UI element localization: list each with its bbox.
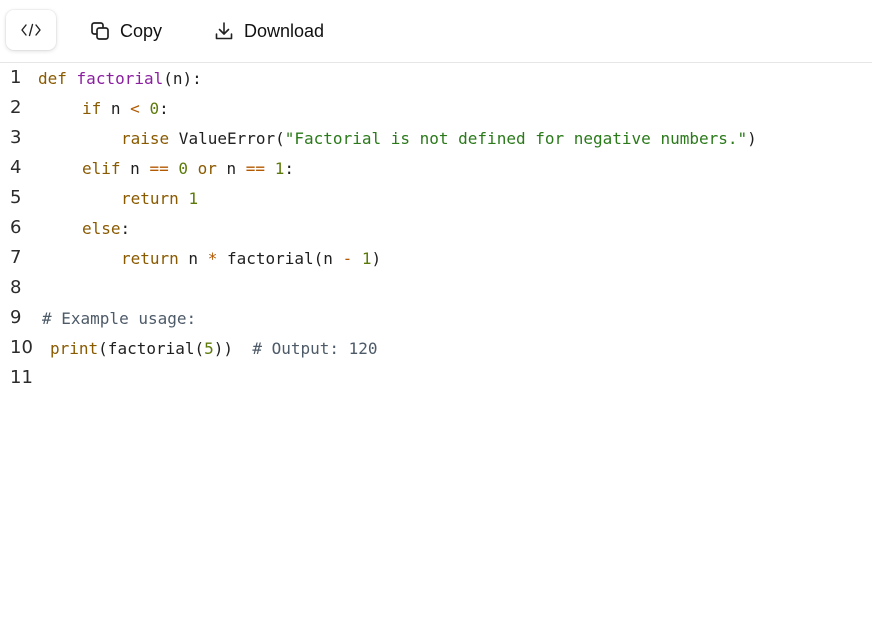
code-token: n: [216, 159, 246, 178]
code-token: n: [101, 99, 131, 118]
code-token: :: [159, 99, 169, 118]
line-number: 5: [10, 187, 22, 208]
code-token: factorial(n: [217, 249, 343, 268]
code-view-toggle-button[interactable]: [6, 10, 56, 50]
line-number: 3: [10, 127, 22, 148]
code-token: 0: [178, 159, 188, 178]
code-token: :: [120, 219, 131, 238]
code-token: (factorial(: [98, 339, 205, 358]
code-token: def: [38, 69, 67, 88]
code-token: 1: [361, 249, 372, 268]
copy-icon: [89, 20, 111, 42]
code-token: n: [178, 249, 208, 268]
line-number: 11: [10, 367, 33, 388]
code-text: raise ValueError("Factorial is not defin…: [121, 129, 757, 148]
code-token: <: [130, 99, 140, 118]
code-text: def factorial(n):: [38, 69, 202, 88]
code-line: 2 if n < 0:: [0, 94, 872, 124]
code-token: elif: [82, 159, 121, 178]
download-icon: [213, 20, 235, 42]
code-token: return: [121, 189, 179, 208]
code-text: elif n == 0 or n == 1:: [82, 159, 294, 178]
copy-button[interactable]: Copy: [89, 15, 162, 47]
code-line: 9 # Example usage:: [0, 304, 872, 334]
code-line: 11: [0, 364, 872, 394]
line-number: 2: [10, 97, 22, 118]
code-token: ==: [245, 159, 266, 178]
code-token: 0: [149, 99, 160, 118]
code-text: return n * factorial(n - 1): [121, 249, 381, 268]
code-brackets-icon: [21, 23, 41, 37]
code-line: 5 return 1: [0, 184, 872, 214]
code-line: 8: [0, 274, 872, 304]
line-number: 8: [10, 277, 22, 298]
download-label: Download: [244, 20, 325, 41]
line-number: 6: [10, 217, 22, 238]
code-token: raise: [121, 129, 170, 148]
code-token: ): [747, 129, 757, 148]
line-number: 9: [10, 307, 22, 328]
code-token: (n):: [163, 69, 202, 88]
code-token: ): [371, 249, 382, 268]
code-token: return: [121, 249, 179, 268]
code-line: 10 print(factorial(5)) # Output: 120: [0, 334, 872, 364]
code-line: 3 raise ValueError("Factorial is not defi…: [0, 124, 872, 154]
code-toolbar: Copy Download: [0, 0, 872, 63]
code-token: print: [50, 339, 99, 358]
code-line: 1 def factorial(n):: [0, 64, 872, 94]
code-editor[interactable]: 1 def factorial(n): 2 if n < 0: 3 raise Value…: [0, 64, 872, 633]
download-button[interactable]: Download: [213, 15, 324, 47]
code-token: )): [213, 339, 253, 358]
line-number: 10: [10, 337, 33, 358]
line-number: 4: [10, 157, 22, 178]
code-token: 5: [204, 339, 214, 358]
code-token: else: [82, 219, 121, 238]
code-token: 1: [188, 189, 199, 208]
code-text: # Example usage:: [42, 309, 196, 328]
code-token: n: [120, 159, 150, 178]
code-token: "Factorial is not defined for negative n…: [284, 129, 748, 148]
code-line: 4 elif n == 0 or n == 1:: [0, 154, 872, 184]
code-line: 6 else:: [0, 214, 872, 244]
code-token: :: [284, 159, 294, 178]
code-token: # Output: 120: [252, 339, 378, 358]
code-token: -: [342, 249, 353, 268]
code-text: else:: [82, 219, 130, 238]
line-number: 7: [10, 247, 22, 268]
code-text: print(factorial(5)) # Output: 120: [50, 339, 378, 358]
code-token: ValueError(: [169, 129, 285, 148]
code-text: if n < 0:: [82, 99, 169, 118]
code-token: *: [207, 249, 218, 268]
code-token: or: [197, 159, 217, 178]
line-number: 1: [10, 67, 22, 88]
code-token: # Example usage:: [42, 309, 197, 328]
copy-label: Copy: [120, 20, 163, 41]
code-token: ==: [149, 159, 169, 178]
code-text: return 1: [121, 189, 198, 208]
code-token: if: [82, 99, 102, 118]
code-line: 7 return n * factorial(n - 1): [0, 244, 872, 274]
code-token: 1: [274, 159, 285, 178]
code-token: factorial: [76, 69, 164, 88]
